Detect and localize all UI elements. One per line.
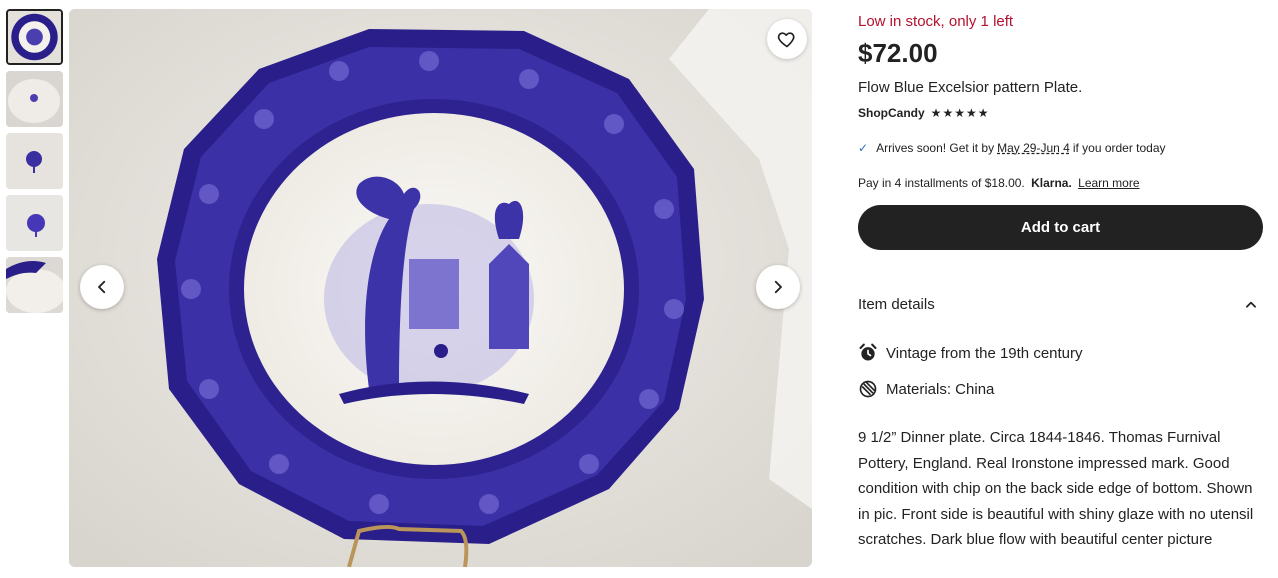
star-icon: ★ <box>930 106 942 120</box>
detail-vintage: Vintage from the 19th century <box>858 343 1083 363</box>
detail-materials: Materials: China <box>858 379 994 399</box>
add-to-cart-button[interactable]: Add to cart <box>858 205 1263 250</box>
heart-icon <box>777 32 795 48</box>
materials-icon <box>859 380 877 398</box>
star-rating: ★ ★ ★ ★ ★ <box>931 107 989 119</box>
delivery-estimate: ✓ Arrives soon! Get it by May 29-Jun 4 i… <box>858 141 1166 155</box>
installments-text: Pay in 4 installments of $18.00. <box>858 176 1025 190</box>
stock-notice: Low in stock, only 1 left <box>858 13 1014 30</box>
alarm-clock-icon <box>859 343 877 361</box>
shop-name-link[interactable]: ShopCandy <box>858 106 925 120</box>
thumbnail-5[interactable] <box>6 257 63 313</box>
favorite-button[interactable] <box>767 19 807 59</box>
thumbnail-4[interactable] <box>6 195 63 251</box>
item-details-label: Item details <box>858 296 935 313</box>
plate-photo <box>69 9 812 567</box>
star-icon: ★ <box>977 106 989 120</box>
checkmark-icon: ✓ <box>858 141 869 155</box>
thumbnail-strip <box>6 9 63 319</box>
previous-image-button[interactable] <box>80 265 124 309</box>
klarna-logo: Klarna. <box>1031 176 1072 190</box>
item-details-toggle[interactable]: Item details <box>858 296 1258 313</box>
star-icon: ★ <box>965 106 977 120</box>
chevron-right-icon <box>774 280 782 294</box>
item-description: 9 1/2” Dinner plate. Circa 1844-1846. Th… <box>858 429 1254 548</box>
chevron-left-icon <box>98 280 106 294</box>
chevron-up-icon <box>1246 301 1256 308</box>
thumbnail-1[interactable] <box>6 9 63 65</box>
delivery-prefix: Arrives soon! Get it by <box>876 141 995 155</box>
installments-info: Pay in 4 installments of $18.00. Klarna.… <box>858 176 1140 190</box>
shop-row: ShopCandy ★ ★ ★ ★ ★ <box>858 106 989 120</box>
thumbnail-3[interactable] <box>6 133 63 189</box>
star-icon: ★ <box>942 106 954 120</box>
delivery-suffix: if you order today <box>1072 141 1166 155</box>
next-image-button[interactable] <box>756 265 800 309</box>
star-icon: ★ <box>954 106 965 120</box>
learn-more-link[interactable]: Learn more <box>1078 176 1139 190</box>
price: $72.00 <box>858 38 938 68</box>
detail-materials-text: Materials: China <box>886 380 995 398</box>
delivery-dates[interactable]: May 29-Jun 4 <box>997 141 1070 155</box>
detail-vintage-text: Vintage from the 19th century <box>886 344 1083 362</box>
listing-title: Flow Blue Excelsior pattern Plate. <box>858 79 1083 96</box>
thumbnail-2[interactable] <box>6 71 63 127</box>
main-product-image <box>69 9 812 567</box>
